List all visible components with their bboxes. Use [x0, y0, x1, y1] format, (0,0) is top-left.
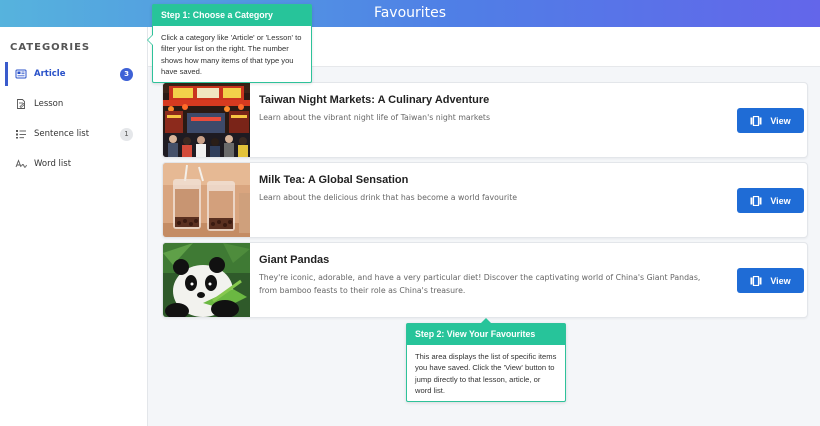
view-button[interactable]: View — [737, 108, 804, 133]
card-title[interactable]: Taiwan Night Markets: A Culinary Adventu… — [259, 94, 489, 106]
sidebar-item-label: Article — [34, 69, 66, 79]
tooltip-arrow — [480, 318, 492, 324]
word-list-icon — [15, 158, 27, 170]
sidebar-item-label: Word list — [34, 159, 72, 169]
view-icon — [750, 275, 762, 286]
card-title[interactable]: Milk Tea: A Global Sensation — [259, 174, 408, 186]
step2-tooltip: Step 2: View Your Favourites This area d… — [406, 318, 566, 402]
categories-heading: CATEGORIES — [10, 42, 91, 53]
card-description: Learn about the vibrant night life of Ta… — [259, 113, 491, 122]
sidebar-item-label: Sentence list — [34, 129, 90, 139]
step1-tooltip-title: Step 1: Choose a Category — [153, 5, 311, 26]
step1-tooltip: Step 1: Choose a Category Click a catego… — [147, 4, 312, 83]
sidebar-item-lesson[interactable]: Lesson — [5, 92, 141, 116]
favourite-card: Milk Tea: A Global Sensation Learn about… — [162, 162, 808, 238]
count-badge: 1 — [120, 127, 133, 141]
sidebar-item-label: Lesson — [34, 99, 64, 109]
view-button-label: View — [770, 275, 791, 286]
card-description: They're iconic, adorable, and have a ver… — [259, 273, 701, 295]
giant-panda-image — [163, 243, 250, 317]
step2-tooltip-body: This area displays the list of specific … — [415, 352, 557, 395]
tooltip-arrow — [147, 34, 153, 46]
view-button[interactable]: View — [737, 268, 804, 293]
step2-tooltip-title: Step 2: View Your Favourites — [407, 324, 565, 345]
sidebar-item-article[interactable]: Article 3 — [5, 62, 141, 86]
sidebar-item-word-list[interactable]: Word list — [5, 152, 141, 176]
view-icon — [750, 195, 762, 206]
sentence-list-icon — [15, 128, 27, 140]
article-icon — [15, 68, 27, 80]
lesson-icon — [15, 98, 27, 110]
milk-tea-image — [163, 163, 250, 237]
step1-tooltip-body: Click a category like 'Article' or 'Less… — [161, 33, 302, 76]
page-title: Favourites — [373, 5, 447, 21]
card-title[interactable]: Giant Pandas — [259, 254, 329, 266]
view-button-label: View — [770, 115, 791, 126]
favourite-card: Giant Pandas They're iconic, adorable, a… — [162, 242, 808, 318]
view-button-label: View — [770, 195, 791, 206]
sidebar-item-sentence-list[interactable]: Sentence list 1 — [5, 122, 141, 146]
page-header: Favourites — [0, 0, 820, 27]
night-market-image — [163, 83, 250, 157]
favourite-card: Taiwan Night Markets: A Culinary Adventu… — [162, 82, 808, 158]
sidebar: CATEGORIES Article 3 Lesson Sentence lis… — [0, 27, 148, 426]
view-icon — [750, 115, 762, 126]
view-button[interactable]: View — [737, 188, 804, 213]
card-description: Learn about the delicious drink that has… — [259, 193, 518, 202]
count-badge: 3 — [120, 67, 133, 81]
